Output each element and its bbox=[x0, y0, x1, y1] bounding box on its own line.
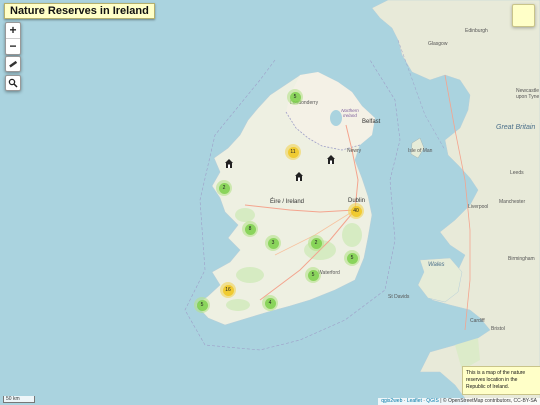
label-st-davids: St Davids bbox=[388, 294, 410, 300]
cluster-marker[interactable]: 11 bbox=[285, 144, 301, 160]
cluster-marker[interactable]: 8 bbox=[242, 221, 258, 237]
house-icon bbox=[225, 159, 233, 168]
cluster-count: 40 bbox=[350, 205, 362, 217]
cluster-count: 2 bbox=[218, 182, 230, 194]
info-box: This is a map of the nature reserves loc… bbox=[462, 366, 540, 395]
zoom-control: + − bbox=[5, 22, 21, 55]
house-icon bbox=[295, 172, 303, 181]
cluster-marker[interactable]: 4 bbox=[262, 295, 278, 311]
reserve-marker[interactable] bbox=[225, 155, 233, 168]
label-birmingham: Birmingham bbox=[508, 256, 535, 262]
cluster-count: 2 bbox=[310, 237, 322, 249]
label-newry: Newry bbox=[347, 148, 362, 154]
cluster-marker[interactable]: 5 bbox=[305, 267, 321, 283]
ruler-icon bbox=[9, 60, 18, 68]
search-icon bbox=[8, 78, 18, 88]
cluster-count: 3 bbox=[267, 237, 279, 249]
zoom-out-button[interactable]: − bbox=[6, 38, 20, 54]
cluster-marker[interactable]: 2 bbox=[216, 180, 232, 196]
label-waterford: Waterford bbox=[318, 270, 340, 276]
osm-attribution: © OpenStreetMap contributors, CC-BY-SA bbox=[442, 398, 537, 404]
search-button[interactable] bbox=[5, 75, 21, 91]
cluster-marker[interactable]: 16 bbox=[220, 282, 236, 298]
label-belfast: Belfast bbox=[362, 119, 381, 125]
cluster-marker[interactable]: 3 bbox=[265, 235, 281, 251]
map-title: Nature Reserves in Ireland bbox=[4, 3, 155, 19]
measure-button[interactable] bbox=[5, 56, 21, 72]
label-cardiff: Cardiff bbox=[470, 318, 485, 324]
cluster-count: 8 bbox=[244, 223, 256, 235]
qgis2web-link[interactable]: qgis2web bbox=[381, 398, 402, 404]
cluster-count: 16 bbox=[222, 284, 234, 296]
label-wales: Wales bbox=[428, 262, 445, 268]
label-manchester: Manchester bbox=[499, 199, 526, 205]
attribution: qgis2web · Leaflet · QGIS | © OpenStreet… bbox=[378, 398, 540, 405]
label-newcastle: Newcastle upon Tyne bbox=[516, 88, 540, 100]
label-bristol: Bristol bbox=[491, 326, 505, 332]
label-edinburgh: Edinburgh bbox=[465, 28, 488, 34]
cluster-marker[interactable]: 5 bbox=[194, 297, 210, 313]
scale-bar: 50 km bbox=[3, 396, 35, 403]
cluster-marker[interactable]: 40 bbox=[348, 203, 364, 219]
cluster-count: 5 bbox=[196, 299, 208, 311]
label-leeds: Leeds bbox=[510, 170, 524, 176]
cluster-count: 4 bbox=[264, 297, 276, 309]
leaflet-link[interactable]: Leaflet bbox=[407, 398, 422, 404]
cluster-count: 5 bbox=[307, 269, 319, 281]
label-eire: Éire / Ireland bbox=[270, 199, 305, 205]
layer-control-toggle[interactable] bbox=[512, 4, 535, 27]
cluster-count: 5 bbox=[289, 91, 301, 103]
qgis-link[interactable]: QGIS bbox=[426, 398, 439, 404]
label-great-britain: Great Britain bbox=[496, 124, 536, 131]
cluster-count: 5 bbox=[346, 252, 358, 264]
label-isle-of-man: Isle of Man bbox=[408, 148, 433, 154]
zoom-in-button[interactable]: + bbox=[6, 23, 20, 38]
house-icon bbox=[327, 155, 335, 164]
label-liverpool: Liverpool bbox=[468, 204, 489, 210]
cluster-marker[interactable]: 5 bbox=[344, 250, 360, 266]
reserve-marker[interactable] bbox=[295, 168, 303, 181]
cluster-marker[interactable]: 2 bbox=[308, 235, 324, 251]
cluster-marker[interactable]: 5 bbox=[287, 89, 303, 105]
label-northern-ireland: Northern Ireland bbox=[341, 108, 359, 118]
cluster-count: 11 bbox=[287, 146, 299, 158]
label-glasgow: Glasgow bbox=[428, 41, 448, 47]
reserve-marker[interactable] bbox=[327, 151, 335, 164]
